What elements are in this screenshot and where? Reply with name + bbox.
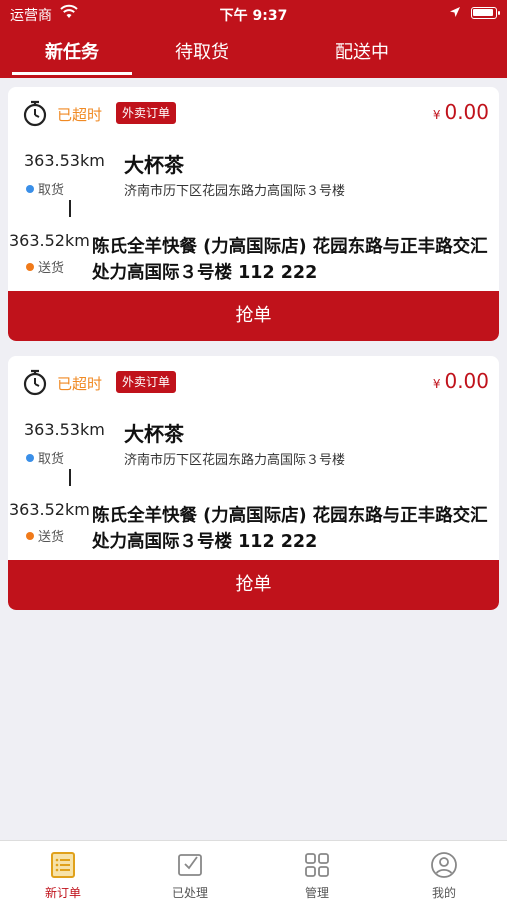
tab-new-task[interactable]: 新任务 xyxy=(12,38,132,68)
pickup-label: 取货 xyxy=(26,448,64,467)
nav-new-orders[interactable]: 新订单 xyxy=(0,841,126,900)
dropoff-distance: 363.52km xyxy=(9,500,90,519)
nav-label: 我的 xyxy=(431,886,456,900)
order-card[interactable]: 已超时 外卖订单 ¥0.00 363.53km 取货 大杯茶 济南市历下区花园东… xyxy=(8,356,499,610)
price-value: 0.00 xyxy=(444,369,489,393)
pickup-label: 取货 xyxy=(26,179,64,198)
clock: 下午 9:37 xyxy=(219,8,288,24)
stopwatch-icon xyxy=(23,100,47,127)
tab-delivering[interactable]: 配送中 xyxy=(302,38,422,68)
dropoff-label: 送货 xyxy=(26,257,64,276)
nav-manage[interactable]: 管理 xyxy=(254,841,380,900)
order-price: ¥0.00 xyxy=(433,369,489,393)
dropoff-distance: 363.52km xyxy=(9,231,90,250)
stopwatch-icon xyxy=(23,369,47,396)
active-tab-indicator xyxy=(12,72,132,75)
grab-order-button[interactable]: 抢单 xyxy=(8,560,499,610)
pickup-address: 济南市历下区花园东路力高国际３号楼 xyxy=(124,184,346,199)
route-connector xyxy=(69,469,71,486)
battery-icon xyxy=(471,7,500,19)
order-price: ¥0.00 xyxy=(433,100,489,124)
nav-profile[interactable]: 我的 xyxy=(381,841,507,900)
overtime-status: 已超时 xyxy=(57,106,103,124)
dropoff-dot-icon xyxy=(26,263,34,271)
task-tabs: 新任务 待取货 配送中 xyxy=(0,28,507,78)
dropoff-address: 陈氏全羊快餐 (力高国际店) 花园东路与正丰路交汇处力高国际３号楼 112 22… xyxy=(92,506,488,552)
profile-icon xyxy=(431,852,457,878)
pickup-store-name: 大杯茶 xyxy=(124,422,184,446)
grid-icon xyxy=(305,853,329,877)
dropoff-address: 陈氏全羊快餐 (力高国际店) 花园东路与正丰路交汇处力高国际３号楼 112 22… xyxy=(92,237,488,283)
tab-awaiting-pickup[interactable]: 待取货 xyxy=(142,38,262,68)
pickup-dot-icon xyxy=(26,185,34,193)
order-type-badge: 外卖订单 xyxy=(116,371,177,393)
location-arrow-icon xyxy=(450,7,460,17)
app-header: 运营商 下午 9:37 新任务 待取货 配送中 xyxy=(0,0,507,78)
overtime-status: 已超时 xyxy=(57,375,103,393)
grab-order-button[interactable]: 抢单 xyxy=(8,291,499,341)
currency-symbol: ¥ xyxy=(432,377,441,391)
nav-processed[interactable]: 已处理 xyxy=(127,841,253,900)
nav-label: 管理 xyxy=(304,886,329,900)
dropoff-label: 送货 xyxy=(26,526,64,545)
order-type-badge: 外卖订单 xyxy=(116,102,177,124)
pickup-distance: 363.53km xyxy=(24,151,105,170)
nav-label: 已处理 xyxy=(171,886,208,900)
order-card[interactable]: 已超时 外卖订单 ¥0.00 363.53km 取货 大杯茶 济南市历下区花园东… xyxy=(8,87,499,341)
pickup-dot-icon xyxy=(26,454,34,462)
currency-symbol: ¥ xyxy=(432,108,441,122)
pickup-store-name: 大杯茶 xyxy=(124,153,184,177)
route-connector xyxy=(69,200,71,217)
dropoff-dot-icon xyxy=(26,532,34,540)
nav-label: 新订单 xyxy=(44,886,81,900)
bottom-tab-bar: 新订单 已处理 管理 我的 xyxy=(0,840,507,900)
pickup-distance: 363.53km xyxy=(24,420,105,439)
order-list-icon xyxy=(51,852,75,878)
processed-icon xyxy=(178,854,202,876)
status-bar: 运营商 下午 9:37 xyxy=(0,0,507,28)
price-value: 0.00 xyxy=(444,100,489,124)
pickup-address: 济南市历下区花园东路力高国际３号楼 xyxy=(124,453,346,468)
